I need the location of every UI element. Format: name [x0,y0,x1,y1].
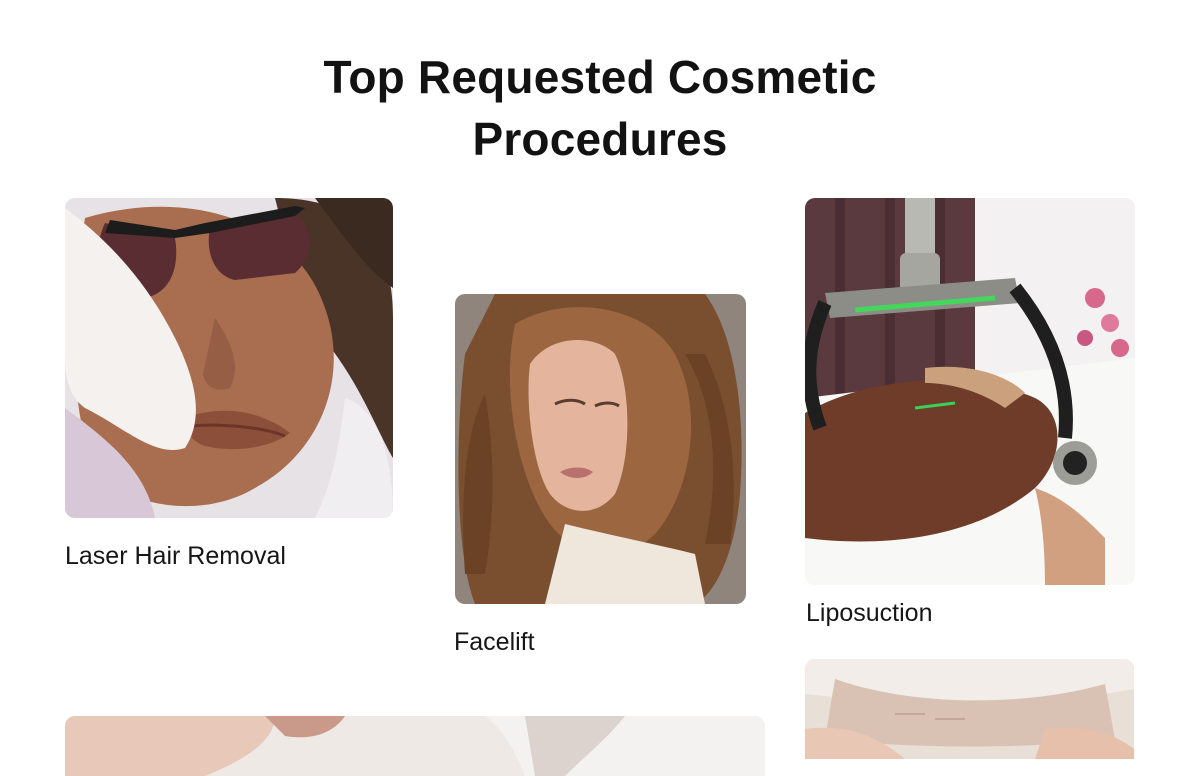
laser-hair-removal-image[interactable] [65,198,393,518]
laser-hair-removal-label[interactable]: Laser Hair Removal [65,541,286,571]
facelift-label[interactable]: Facelift [454,627,535,657]
procedure-image-partial[interactable] [805,659,1134,759]
facelift-image[interactable] [455,294,746,604]
liposuction-image[interactable] [805,198,1135,585]
procedure-image-partial-wide[interactable] [65,716,765,776]
section-title: Top Requested Cosmetic Procedures [323,51,877,165]
liposuction-label[interactable]: Liposuction [806,598,932,628]
